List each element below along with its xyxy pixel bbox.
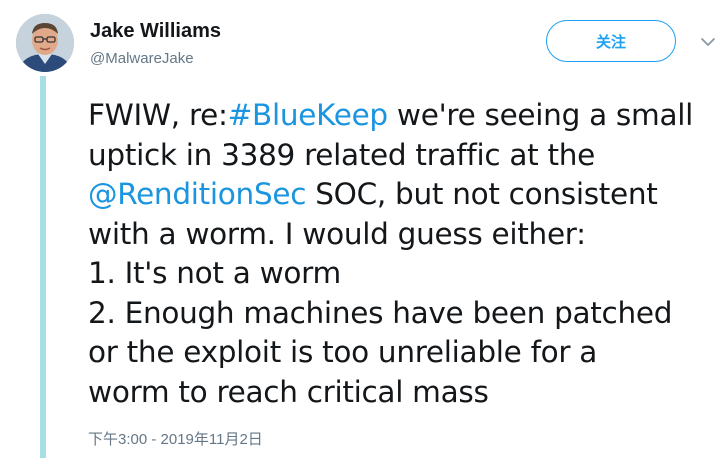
mention-link[interactable]: @RenditionSec bbox=[88, 177, 306, 211]
display-name[interactable]: Jake Williams bbox=[90, 20, 221, 43]
tweet-text-segment: FWIW, re: bbox=[88, 98, 228, 132]
tweet-text-segment: we're seeing a small bbox=[387, 98, 694, 132]
tweet-line: FWIW, re:#BlueKeep we're seeing a small bbox=[88, 96, 722, 136]
thread-line bbox=[40, 76, 46, 458]
avatar-photo bbox=[16, 14, 74, 72]
tweet-line: uptick in 3389 related traffic at the bbox=[88, 137, 595, 172]
tweet-line: worm to reach critical mass bbox=[88, 374, 489, 409]
tweet-text-segment: SOC, but not consistent bbox=[306, 177, 658, 211]
user-handle[interactable]: @MalwareJake bbox=[90, 50, 194, 67]
avatar[interactable] bbox=[16, 14, 74, 72]
follow-button-label: 关注 bbox=[595, 33, 626, 51]
tweet-line: @RenditionSec SOC, but not consistent bbox=[88, 175, 722, 215]
tweet-line: or the exploit is too unreliable for a bbox=[88, 335, 598, 369]
tweet-timestamp[interactable]: 下午3:00 - 2019年11月2日 bbox=[88, 428, 263, 449]
tweet-line: 2. Enough machines have been patched bbox=[88, 295, 673, 330]
follow-button[interactable]: 关注 bbox=[546, 20, 676, 62]
tweet-line: 1. It's not a worm bbox=[88, 256, 341, 290]
chevron-down-icon[interactable] bbox=[700, 36, 716, 48]
tweet-text: FWIW, re:#BlueKeep we're seeing a small … bbox=[88, 96, 722, 412]
hashtag-link[interactable]: #BlueKeep bbox=[228, 98, 389, 132]
tweet-line: with a worm. I would guess either: bbox=[88, 216, 586, 251]
